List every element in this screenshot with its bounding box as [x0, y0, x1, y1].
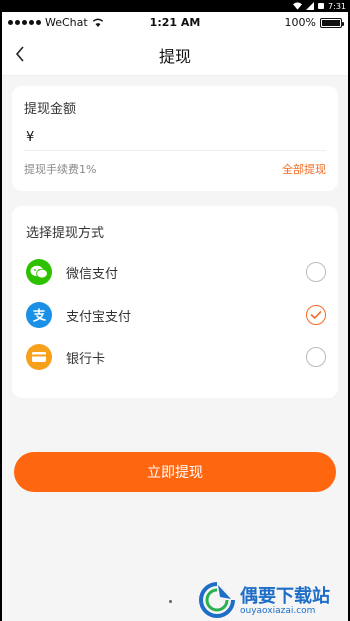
- amount-label: 提现金额: [24, 102, 77, 117]
- android-time: 7:31: [328, 1, 346, 11]
- method-name: 支付宝支付: [66, 309, 132, 325]
- method-title: 选择提现方式: [26, 226, 105, 241]
- battery-icon: [318, 3, 325, 9]
- watermark-url: ouyaoxiazai.com: [240, 606, 316, 616]
- withdraw-now-button[interactable]: 立即提现: [14, 452, 336, 492]
- signal-icon: [306, 2, 315, 10]
- app-screen: WeChat 1:21 AM 100% 提现 提现金额 ¥ 提现手续费1% 全部…: [2, 12, 348, 621]
- amount-card: 提现金额 ¥ 提现手续费1% 全部提现: [12, 86, 338, 191]
- radio-unchecked[interactable]: [306, 347, 326, 367]
- back-button[interactable]: [10, 44, 30, 64]
- method-option-bank-card[interactable]: 银行卡: [26, 342, 326, 372]
- method-name: 微信支付: [66, 266, 119, 282]
- battery-percent: 100%: [284, 16, 316, 29]
- radio-checked[interactable]: [306, 305, 326, 325]
- fee-text: 提现手续费1%: [24, 163, 97, 176]
- navigation-bar: 提现: [2, 34, 348, 76]
- logo-icon: [199, 582, 235, 618]
- android-status-bar: 7:31: [0, 0, 350, 12]
- ios-status-bar: WeChat 1:21 AM 100%: [2, 12, 348, 34]
- page-title: 提现: [158, 46, 191, 66]
- battery-fill: [322, 19, 340, 26]
- battery-icon: [320, 17, 344, 28]
- bank-card-icon: [26, 344, 52, 370]
- alipay-icon: [26, 302, 52, 328]
- withdraw-all-link[interactable]: 全部提现: [282, 161, 326, 177]
- wechat-icon: [26, 259, 52, 285]
- chevron-left-icon: [15, 46, 24, 62]
- method-option-alipay[interactable]: 支付宝支付: [26, 300, 326, 330]
- wifi-icon: [293, 2, 303, 10]
- watermark-title: 偶要下载站: [240, 586, 330, 607]
- watermark-logo: 偶要下载站 ouyaoxiazai.com: [198, 580, 348, 620]
- radio-unchecked[interactable]: [306, 262, 326, 282]
- check-icon: [310, 311, 322, 320]
- method-card: 选择提现方式 微信支付 支付宝支付 银行卡: [12, 206, 338, 398]
- amount-input[interactable]: ¥: [26, 130, 34, 145]
- method-name: 银行卡: [66, 351, 106, 367]
- page-indicator: [169, 600, 172, 603]
- divider: [24, 150, 326, 151]
- method-option-wechat[interactable]: 微信支付: [26, 257, 326, 287]
